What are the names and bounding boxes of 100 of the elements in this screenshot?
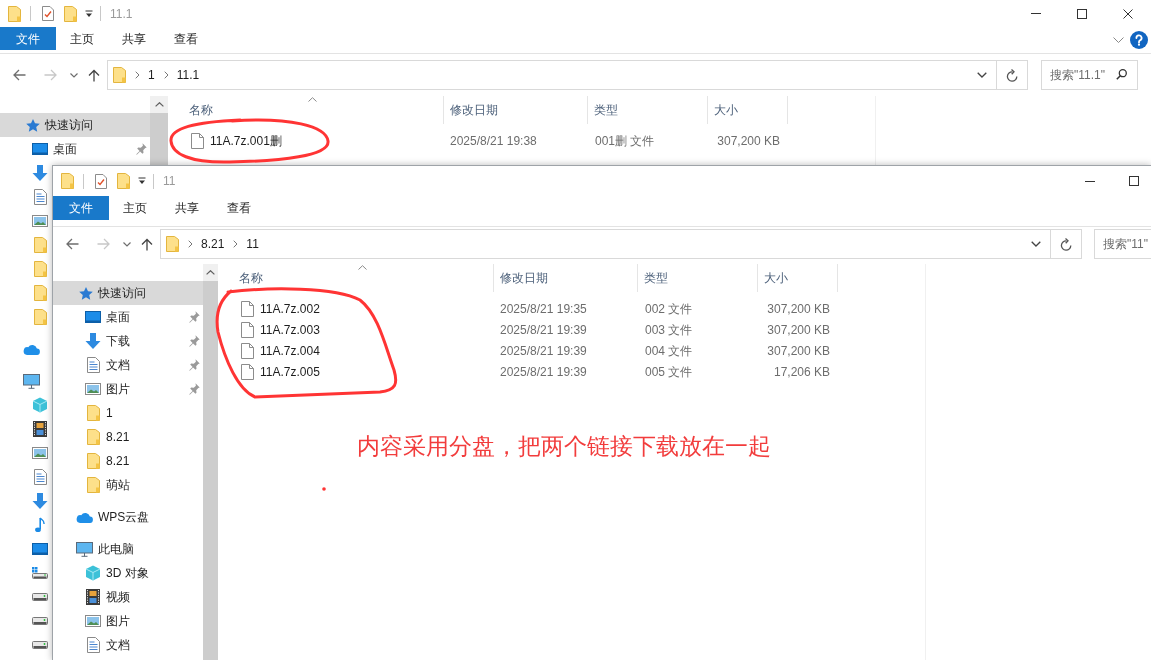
- column-header[interactable]: 名称: [189, 101, 213, 119]
- breadcrumb-item[interactable]: 1: [148, 66, 155, 84]
- close-icon[interactable]: [1123, 8, 1133, 19]
- window-title: 11.1: [110, 5, 133, 23]
- ribbon-tab[interactable]: 主页: [109, 196, 161, 220]
- file-name[interactable]: 11A.7z.003: [260, 320, 320, 339]
- sidebar-item[interactable]: 快速访问: [53, 281, 203, 305]
- back-arrow-icon[interactable]: [66, 238, 79, 250]
- help-icon[interactable]: [1130, 30, 1148, 49]
- column-header[interactable]: 修改日期: [500, 269, 548, 287]
- sidebar-item[interactable]: 文档: [53, 353, 203, 377]
- refresh-button[interactable]: [1051, 229, 1082, 259]
- sidebar-item[interactable]: 图片: [53, 377, 203, 401]
- maximize-icon[interactable]: [1077, 8, 1087, 19]
- column-header[interactable]: 大小: [714, 101, 738, 119]
- document-icon: [86, 637, 100, 653]
- picture-icon: [32, 447, 48, 459]
- desktop-icon: [85, 311, 101, 323]
- chevron-right-icon[interactable]: [188, 240, 193, 248]
- breadcrumb-item[interactable]: 11.1: [176, 66, 200, 84]
- dropdown-icon[interactable]: [138, 177, 146, 185]
- column-header[interactable]: 修改日期: [450, 101, 498, 119]
- chevron-right-icon[interactable]: [163, 71, 169, 79]
- search-field[interactable]: 搜索"11.1": [1041, 60, 1138, 90]
- picture-icon: [85, 383, 101, 395]
- document-icon: [33, 189, 47, 205]
- folder-icon: [33, 285, 47, 301]
- address-bar[interactable]: 8.21 11: [160, 229, 1051, 259]
- sidebar-item[interactable]: 图片: [53, 609, 203, 633]
- sidebar-item[interactable]: 快速访问: [0, 113, 150, 137]
- up-arrow-icon[interactable]: [88, 68, 100, 82]
- sidebar-item[interactable]: 桌面: [0, 137, 150, 161]
- pin-icon[interactable]: [189, 311, 200, 323]
- scrollbar-thumb[interactable]: [150, 113, 168, 165]
- dropdown-icon[interactable]: [85, 9, 93, 18]
- sidebar-item[interactable]: 8.21: [53, 449, 203, 473]
- pin-icon[interactable]: [189, 359, 200, 371]
- film-icon: [33, 421, 47, 437]
- sidebar-item[interactable]: 下载: [53, 329, 203, 353]
- ribbon-tab[interactable]: 查看: [213, 196, 265, 220]
- scroll-up-icon[interactable]: [206, 270, 215, 275]
- document-check-icon[interactable]: [42, 6, 54, 21]
- annotation-text: 内容采用分盘，把两个链接下载放在一起: [357, 432, 771, 461]
- pin-icon[interactable]: [189, 383, 200, 395]
- column-header[interactable]: 类型: [644, 269, 668, 287]
- sidebar-item[interactable]: 8.21: [53, 425, 203, 449]
- back-arrow-icon[interactable]: [13, 69, 26, 81]
- chevron-down-icon[interactable]: [123, 241, 131, 247]
- ribbon-tab[interactable]: 共享: [161, 196, 213, 220]
- file-menu-button[interactable]: 文件: [0, 27, 56, 50]
- minimize-icon[interactable]: [1085, 180, 1095, 182]
- column-header[interactable]: 类型: [594, 101, 618, 119]
- folder-icon: [86, 429, 100, 445]
- file-type: 005 文件: [645, 364, 693, 379]
- breadcrumb-item[interactable]: 11: [246, 235, 259, 253]
- file-name[interactable]: 11A.7z.004: [260, 341, 320, 360]
- chevron-down-icon[interactable]: [70, 72, 78, 78]
- cube-icon: [32, 397, 48, 413]
- file-name[interactable]: 11A.7z.002: [260, 299, 320, 318]
- folder-icon: [33, 309, 47, 325]
- file-size: 307,200 KB: [767, 300, 830, 318]
- sidebar-item[interactable]: 此电脑: [53, 537, 203, 561]
- desktop-icon: [32, 143, 48, 155]
- up-arrow-icon[interactable]: [141, 237, 153, 251]
- breadcrumb-item[interactable]: 8.21: [201, 235, 225, 253]
- column-header[interactable]: 名称: [239, 269, 263, 287]
- search-field[interactable]: 搜索"11": [1094, 229, 1151, 259]
- chevron-down-icon[interactable]: [1031, 241, 1041, 247]
- chevron-right-icon[interactable]: [135, 71, 140, 79]
- refresh-icon[interactable]: [1060, 237, 1072, 251]
- chevron-right-icon[interactable]: [233, 240, 239, 248]
- file-name[interactable]: 11A.7z.005: [260, 362, 320, 381]
- drive-icon: [32, 641, 48, 649]
- pin-icon[interactable]: [189, 335, 200, 347]
- file-icon: [191, 132, 204, 149]
- chevron-down-icon[interactable]: [977, 72, 987, 78]
- ribbon-tab[interactable]: 共享: [108, 27, 160, 50]
- maximize-icon[interactable]: [1129, 176, 1139, 186]
- sidebar-item[interactable]: 视频: [53, 585, 203, 609]
- sidebar-item[interactable]: 文档: [53, 633, 203, 657]
- file-name[interactable]: 11A.7z.001删: [210, 131, 282, 150]
- refresh-icon[interactable]: [1006, 68, 1018, 82]
- address-bar[interactable]: 1 11.1: [107, 60, 997, 90]
- ribbon-tab[interactable]: 查看: [160, 27, 212, 50]
- file-type: 003 文件: [645, 322, 693, 337]
- sidebar-item[interactable]: 1: [53, 401, 203, 425]
- search-icon[interactable]: [1116, 69, 1127, 80]
- download-arrow-icon: [32, 493, 48, 509]
- ribbon-tab[interactable]: 主页: [56, 27, 108, 50]
- pin-icon[interactable]: [136, 143, 147, 155]
- sidebar-item[interactable]: 萌站: [53, 473, 203, 497]
- sidebar-item[interactable]: WPS云盘: [53, 505, 203, 529]
- sidebar-item[interactable]: 桌面: [53, 305, 203, 329]
- star-icon: [26, 118, 40, 132]
- document-check-icon[interactable]: [95, 173, 107, 189]
- sidebar-item[interactable]: 3D 对象: [53, 561, 203, 585]
- scroll-up-icon[interactable]: [154, 102, 164, 107]
- column-header[interactable]: 大小: [764, 269, 788, 287]
- refresh-button[interactable]: [997, 60, 1028, 90]
- file-menu-button[interactable]: 文件: [53, 196, 109, 220]
